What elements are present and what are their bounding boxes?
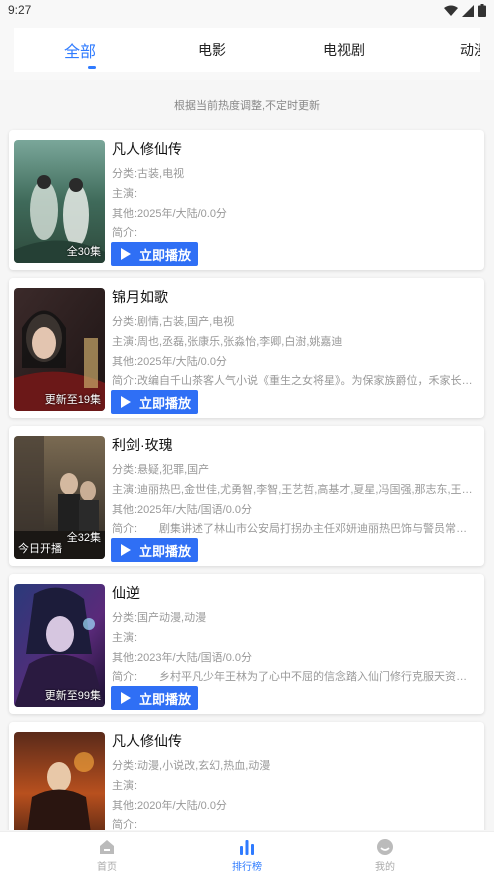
bar-chart-icon — [240, 840, 254, 855]
item-category: 分类:动漫,小说改,玄幻,热血,动漫 — [112, 760, 271, 772]
play-icon — [121, 692, 131, 704]
nav-home-label: 首页 — [97, 862, 117, 873]
tab-anime[interactable]: 动漫 — [460, 40, 480, 60]
list-item[interactable]: 今日开播 全32集 利剑·玫瑰 分类:悬疑,犯罪,国产 主演:迪丽热巴,金世佳,… — [9, 426, 484, 566]
item-intro: 简介:改编自千山茶客人气小说《重生之女将星》。为保家族爵位，禾家长女... — [112, 375, 477, 387]
premiere-badge: 今日开播 — [18, 543, 62, 555]
item-title[interactable]: 凡人修仙传 — [112, 731, 182, 751]
play-now-button[interactable]: 立即播放 — [111, 686, 198, 710]
episode-badge: 全32集 — [66, 532, 101, 544]
episode-badge: 全30集 — [66, 246, 101, 258]
episode-badge: 更新至19集 — [44, 394, 101, 406]
ranking-notice: 根据当前热度调整,不定时更新 — [173, 100, 321, 112]
ranking-list[interactable]: 全30集 凡人修仙传 分类:古装,电视 主演: 其他:2025年/大陆/0.0分… — [0, 128, 494, 830]
poster-image[interactable]: 全30集 — [14, 140, 105, 263]
nav-profile-label: 我的 — [375, 862, 395, 873]
item-other: 其他:2020年/大陆/0.0分 — [112, 800, 227, 812]
list-item[interactable]: 全30集 凡人修仙传 分类:古装,电视 主演: 其他:2025年/大陆/0.0分… — [9, 130, 484, 270]
play-button-label: 立即播放 — [139, 247, 192, 263]
smiley-user-icon — [377, 839, 393, 855]
play-button-label: 立即播放 — [139, 395, 192, 411]
home-icon — [100, 840, 114, 854]
poster-image[interactable]: 更新至19集 — [14, 288, 105, 411]
poster-image[interactable]: 更新至99集 — [14, 584, 105, 707]
status-time: 9:27 — [8, 3, 32, 17]
list-item[interactable]: 凡人修仙传 分类:动漫,小说改,玄幻,热血,动漫 主演: 其他:2020年/大陆… — [9, 722, 484, 830]
signal-icon — [462, 4, 474, 17]
item-title[interactable]: 仙逆 — [112, 583, 140, 603]
item-category: 分类:剧情,古装,国产,电视 — [112, 316, 235, 328]
item-title[interactable]: 锦月如歌 — [112, 287, 168, 307]
tab-all[interactable]: 全部 — [64, 38, 96, 62]
item-intro: 简介: — [112, 227, 138, 239]
item-cast: 主演: — [112, 780, 138, 792]
item-category: 分类:古装,电视 — [112, 168, 185, 180]
item-other: 其他:2023年/大陆/国语/0.0分 — [112, 652, 252, 664]
item-cast: 主演:周也,丞磊,张康乐,张淼怡,李卿,白澍,姚嘉迪 — [112, 336, 343, 348]
tabbar-wrap: 全部 电影 电视剧 动漫 — [0, 22, 494, 80]
status-icons — [444, 4, 486, 17]
tab-indicator — [88, 66, 96, 69]
play-button-label: 立即播放 — [139, 691, 192, 707]
play-icon — [121, 248, 131, 260]
tab-movie[interactable]: 电影 — [198, 40, 226, 60]
item-other: 其他:2025年/大陆/国语/0.0分 — [112, 504, 252, 516]
play-now-button[interactable]: 立即播放 — [111, 242, 198, 266]
nav-profile[interactable]: 我的 — [345, 838, 425, 873]
bottom-nav: 首页 排行榜 我的 — [0, 831, 494, 878]
episode-badge: 更新至99集 — [44, 690, 101, 702]
item-cast: 主演:迪丽热巴,金世佳,尤勇智,李智,王艺哲,高基才,夏星,冯国强,那志东,王大… — [112, 484, 477, 496]
item-title[interactable]: 凡人修仙传 — [112, 139, 182, 159]
play-now-button[interactable]: 立即播放 — [111, 390, 198, 414]
status-bar: 9:27 — [0, 0, 494, 22]
item-title[interactable]: 利剑·玫瑰 — [112, 435, 173, 455]
item-cast: 主演: — [112, 632, 138, 644]
battery-icon — [478, 4, 486, 17]
item-intro: 简介: 剧集讲述了林山市公安局打拐办主任邓妍迪丽热巴饰与警员常锐金... — [112, 523, 477, 535]
item-intro: 简介: — [112, 819, 138, 830]
nav-home[interactable]: 首页 — [67, 838, 147, 873]
nav-ranking[interactable]: 排行榜 — [207, 838, 287, 873]
item-other: 其他:2025年/大陆/0.0分 — [112, 356, 227, 368]
item-other: 其他:2025年/大陆/0.0分 — [112, 208, 227, 220]
item-cast: 主演: — [112, 188, 138, 200]
category-tabs: 全部 电影 电视剧 动漫 — [14, 28, 480, 72]
play-button-label: 立即播放 — [139, 543, 192, 559]
play-now-button[interactable]: 立即播放 — [111, 538, 198, 562]
wifi-icon — [444, 5, 458, 16]
nav-ranking-label: 排行榜 — [232, 862, 262, 873]
item-category: 分类:国产动漫,动漫 — [112, 612, 207, 624]
tab-tv-series[interactable]: 电视剧 — [323, 40, 365, 60]
poster-image[interactable]: 今日开播 全32集 — [14, 436, 105, 559]
play-icon — [121, 544, 131, 556]
play-icon — [121, 396, 131, 408]
list-item[interactable]: 更新至19集 锦月如歌 分类:剧情,古装,国产,电视 主演:周也,丞磊,张康乐,… — [9, 278, 484, 418]
list-item[interactable]: 更新至99集 仙逆 分类:国产动漫,动漫 主演: 其他:2023年/大陆/国语/… — [9, 574, 484, 714]
item-intro: 简介: 乡村平凡少年王林为了心中不屈的信念踏入仙门修行克服天资不足... — [112, 671, 477, 683]
poster-image[interactable] — [14, 732, 105, 830]
item-category: 分类:悬疑,犯罪,国产 — [112, 464, 210, 476]
